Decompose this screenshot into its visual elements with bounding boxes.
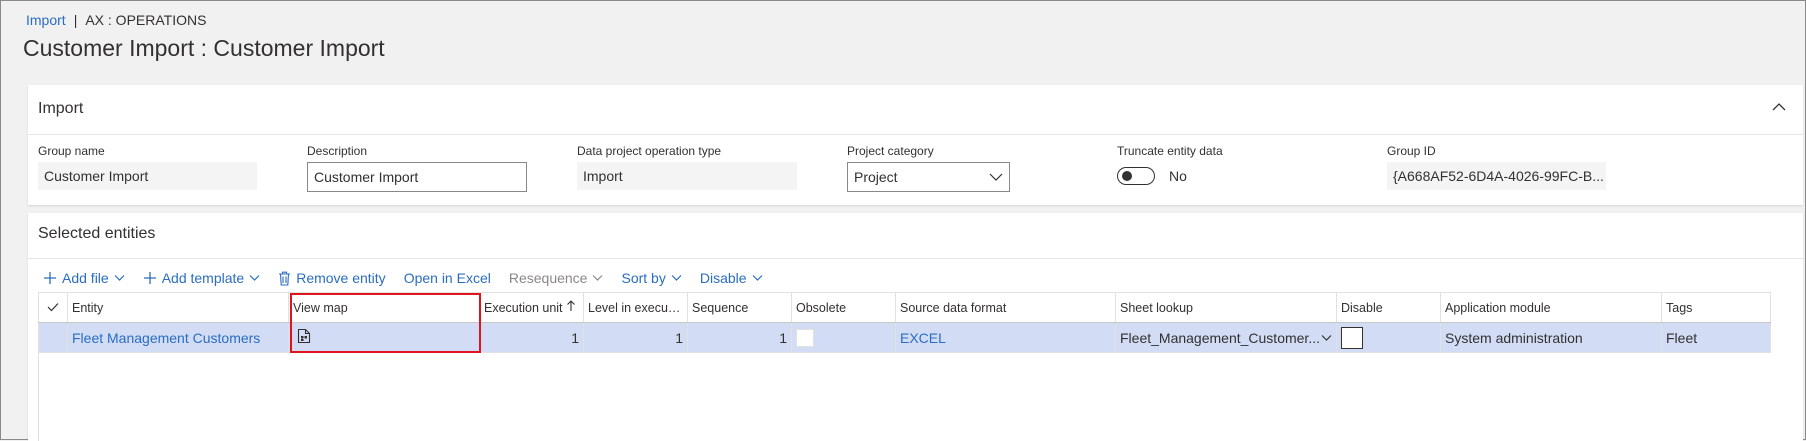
application-module-cell[interactable]: System administration xyxy=(1440,322,1662,353)
obsolete-checkbox[interactable] xyxy=(796,328,814,347)
chevron-down-icon xyxy=(671,274,682,282)
selected-entities-title[interactable]: Selected entities xyxy=(38,225,155,243)
select-all-checkmark[interactable] xyxy=(38,292,68,323)
truncate-label: Truncate entity data xyxy=(1117,144,1223,158)
view-map-highlight-box xyxy=(290,293,481,353)
disable-label: Disable xyxy=(699,270,747,286)
project-category-label: Project category xyxy=(847,144,934,158)
disable-button[interactable]: Disable xyxy=(700,270,763,286)
chevron-down-icon xyxy=(249,274,260,282)
tags-cell[interactable]: Fleet xyxy=(1661,322,1771,353)
page-title: Customer Import : Customer Import xyxy=(23,35,385,61)
group-name-field: Group name Customer Import xyxy=(38,144,257,190)
import-section-title[interactable]: Import xyxy=(38,100,83,118)
trash-icon xyxy=(278,271,291,286)
divider xyxy=(28,134,1803,135)
chevron-down-icon xyxy=(989,173,1003,181)
col-header-source-data-format[interactable]: Source data format xyxy=(895,292,1116,323)
level-cell[interactable]: 1 xyxy=(583,322,688,353)
group-id-value[interactable]: {A668AF52-6D4A-4026-99FC-B... xyxy=(1387,162,1606,190)
group-name-label: Group name xyxy=(38,144,105,158)
chevron-up-icon[interactable] xyxy=(1769,97,1789,117)
truncate-value: No xyxy=(1169,168,1187,184)
sheet-lookup-value[interactable]: Fleet_Management_Customer... xyxy=(1120,330,1320,346)
add-file-label: Add file xyxy=(62,270,109,286)
truncate-toggle[interactable] xyxy=(1117,167,1155,185)
group-id-label: Group ID xyxy=(1387,144,1436,158)
execution-unit-cell[interactable]: 1 xyxy=(479,322,584,353)
project-category-select[interactable]: Project xyxy=(847,162,1010,192)
breadcrumb-import-link[interactable]: Import xyxy=(26,12,66,28)
disable-cell[interactable] xyxy=(1336,322,1441,353)
group-id-field: Group ID {A668AF52-6D4A-4026-99FC-B... xyxy=(1387,144,1606,190)
add-file-button[interactable]: Add file xyxy=(43,270,125,286)
resequence-button[interactable]: Resequence xyxy=(509,270,604,286)
sort-by-label: Sort by xyxy=(621,270,666,286)
sort-ascending-icon xyxy=(567,300,575,311)
col-header-application-module[interactable]: Application module xyxy=(1440,292,1662,323)
remove-entity-button[interactable]: Remove entity xyxy=(278,270,386,286)
col-header-entity[interactable]: Entity xyxy=(67,292,289,323)
chevron-down-icon xyxy=(592,274,603,282)
source-format-link[interactable]: EXCEL xyxy=(900,330,946,346)
sort-by-button[interactable]: Sort by xyxy=(621,270,682,286)
breadcrumb-current: AX : OPERATIONS xyxy=(85,12,207,28)
col-header-sheet-lookup[interactable]: Sheet lookup xyxy=(1115,292,1337,323)
col-header-sequence[interactable]: Sequence xyxy=(687,292,792,323)
description-label: Description xyxy=(307,144,368,158)
row-selector[interactable] xyxy=(38,322,68,353)
group-name-value[interactable]: Customer Import xyxy=(38,162,257,190)
add-template-button[interactable]: Add template xyxy=(143,270,261,286)
entities-toolbar: Add file Add template Remove entity Open… xyxy=(43,267,781,289)
col-header-execution-unit-label: Execution unit xyxy=(484,301,563,315)
operation-type-field: Data project operation type Import xyxy=(577,144,797,190)
resequence-label: Resequence xyxy=(508,270,588,286)
divider xyxy=(28,258,1803,259)
checkmark-icon xyxy=(47,302,59,311)
col-header-tags[interactable]: Tags xyxy=(1661,292,1771,323)
breadcrumb-separator: | xyxy=(73,12,78,28)
open-in-excel-button[interactable]: Open in Excel xyxy=(404,270,491,286)
plus-icon xyxy=(143,271,157,285)
operation-type-label: Data project operation type xyxy=(577,144,722,158)
plus-icon xyxy=(43,271,57,285)
truncate-field: Truncate entity data No xyxy=(1117,144,1223,190)
entity-cell[interactable]: Fleet Management Customers xyxy=(67,322,289,353)
col-header-disable[interactable]: Disable xyxy=(1336,292,1441,323)
add-template-label: Add template xyxy=(161,270,245,286)
description-input[interactable]: Customer Import xyxy=(307,162,527,192)
sheet-lookup-cell[interactable]: Fleet_Management_Customer... xyxy=(1115,322,1337,353)
col-header-level[interactable]: Level in executi... xyxy=(583,292,688,323)
operation-type-value[interactable]: Import xyxy=(577,162,797,190)
description-field: Description Customer Import xyxy=(307,144,527,192)
chevron-down-icon xyxy=(114,274,125,282)
chevron-down-icon xyxy=(752,274,763,282)
entity-link[interactable]: Fleet Management Customers xyxy=(72,330,260,346)
disable-checkbox[interactable] xyxy=(1341,326,1363,349)
sequence-cell[interactable]: 1 xyxy=(687,322,792,353)
project-category-value: Project xyxy=(854,169,898,185)
chevron-down-icon[interactable] xyxy=(1321,334,1332,342)
col-header-execution-unit[interactable]: Execution unit xyxy=(479,292,584,323)
col-header-obsolete[interactable]: Obsolete xyxy=(791,292,896,323)
source-format-cell[interactable]: EXCEL xyxy=(895,322,1116,353)
open-in-excel-label: Open in Excel xyxy=(403,270,491,286)
project-category-field: Project category Project xyxy=(847,144,1010,192)
obsolete-cell[interactable] xyxy=(791,322,896,353)
remove-entity-label: Remove entity xyxy=(296,270,386,286)
import-section: Import Group name Customer Import Descri… xyxy=(28,85,1803,205)
breadcrumb: Import | AX : OPERATIONS xyxy=(26,12,206,28)
